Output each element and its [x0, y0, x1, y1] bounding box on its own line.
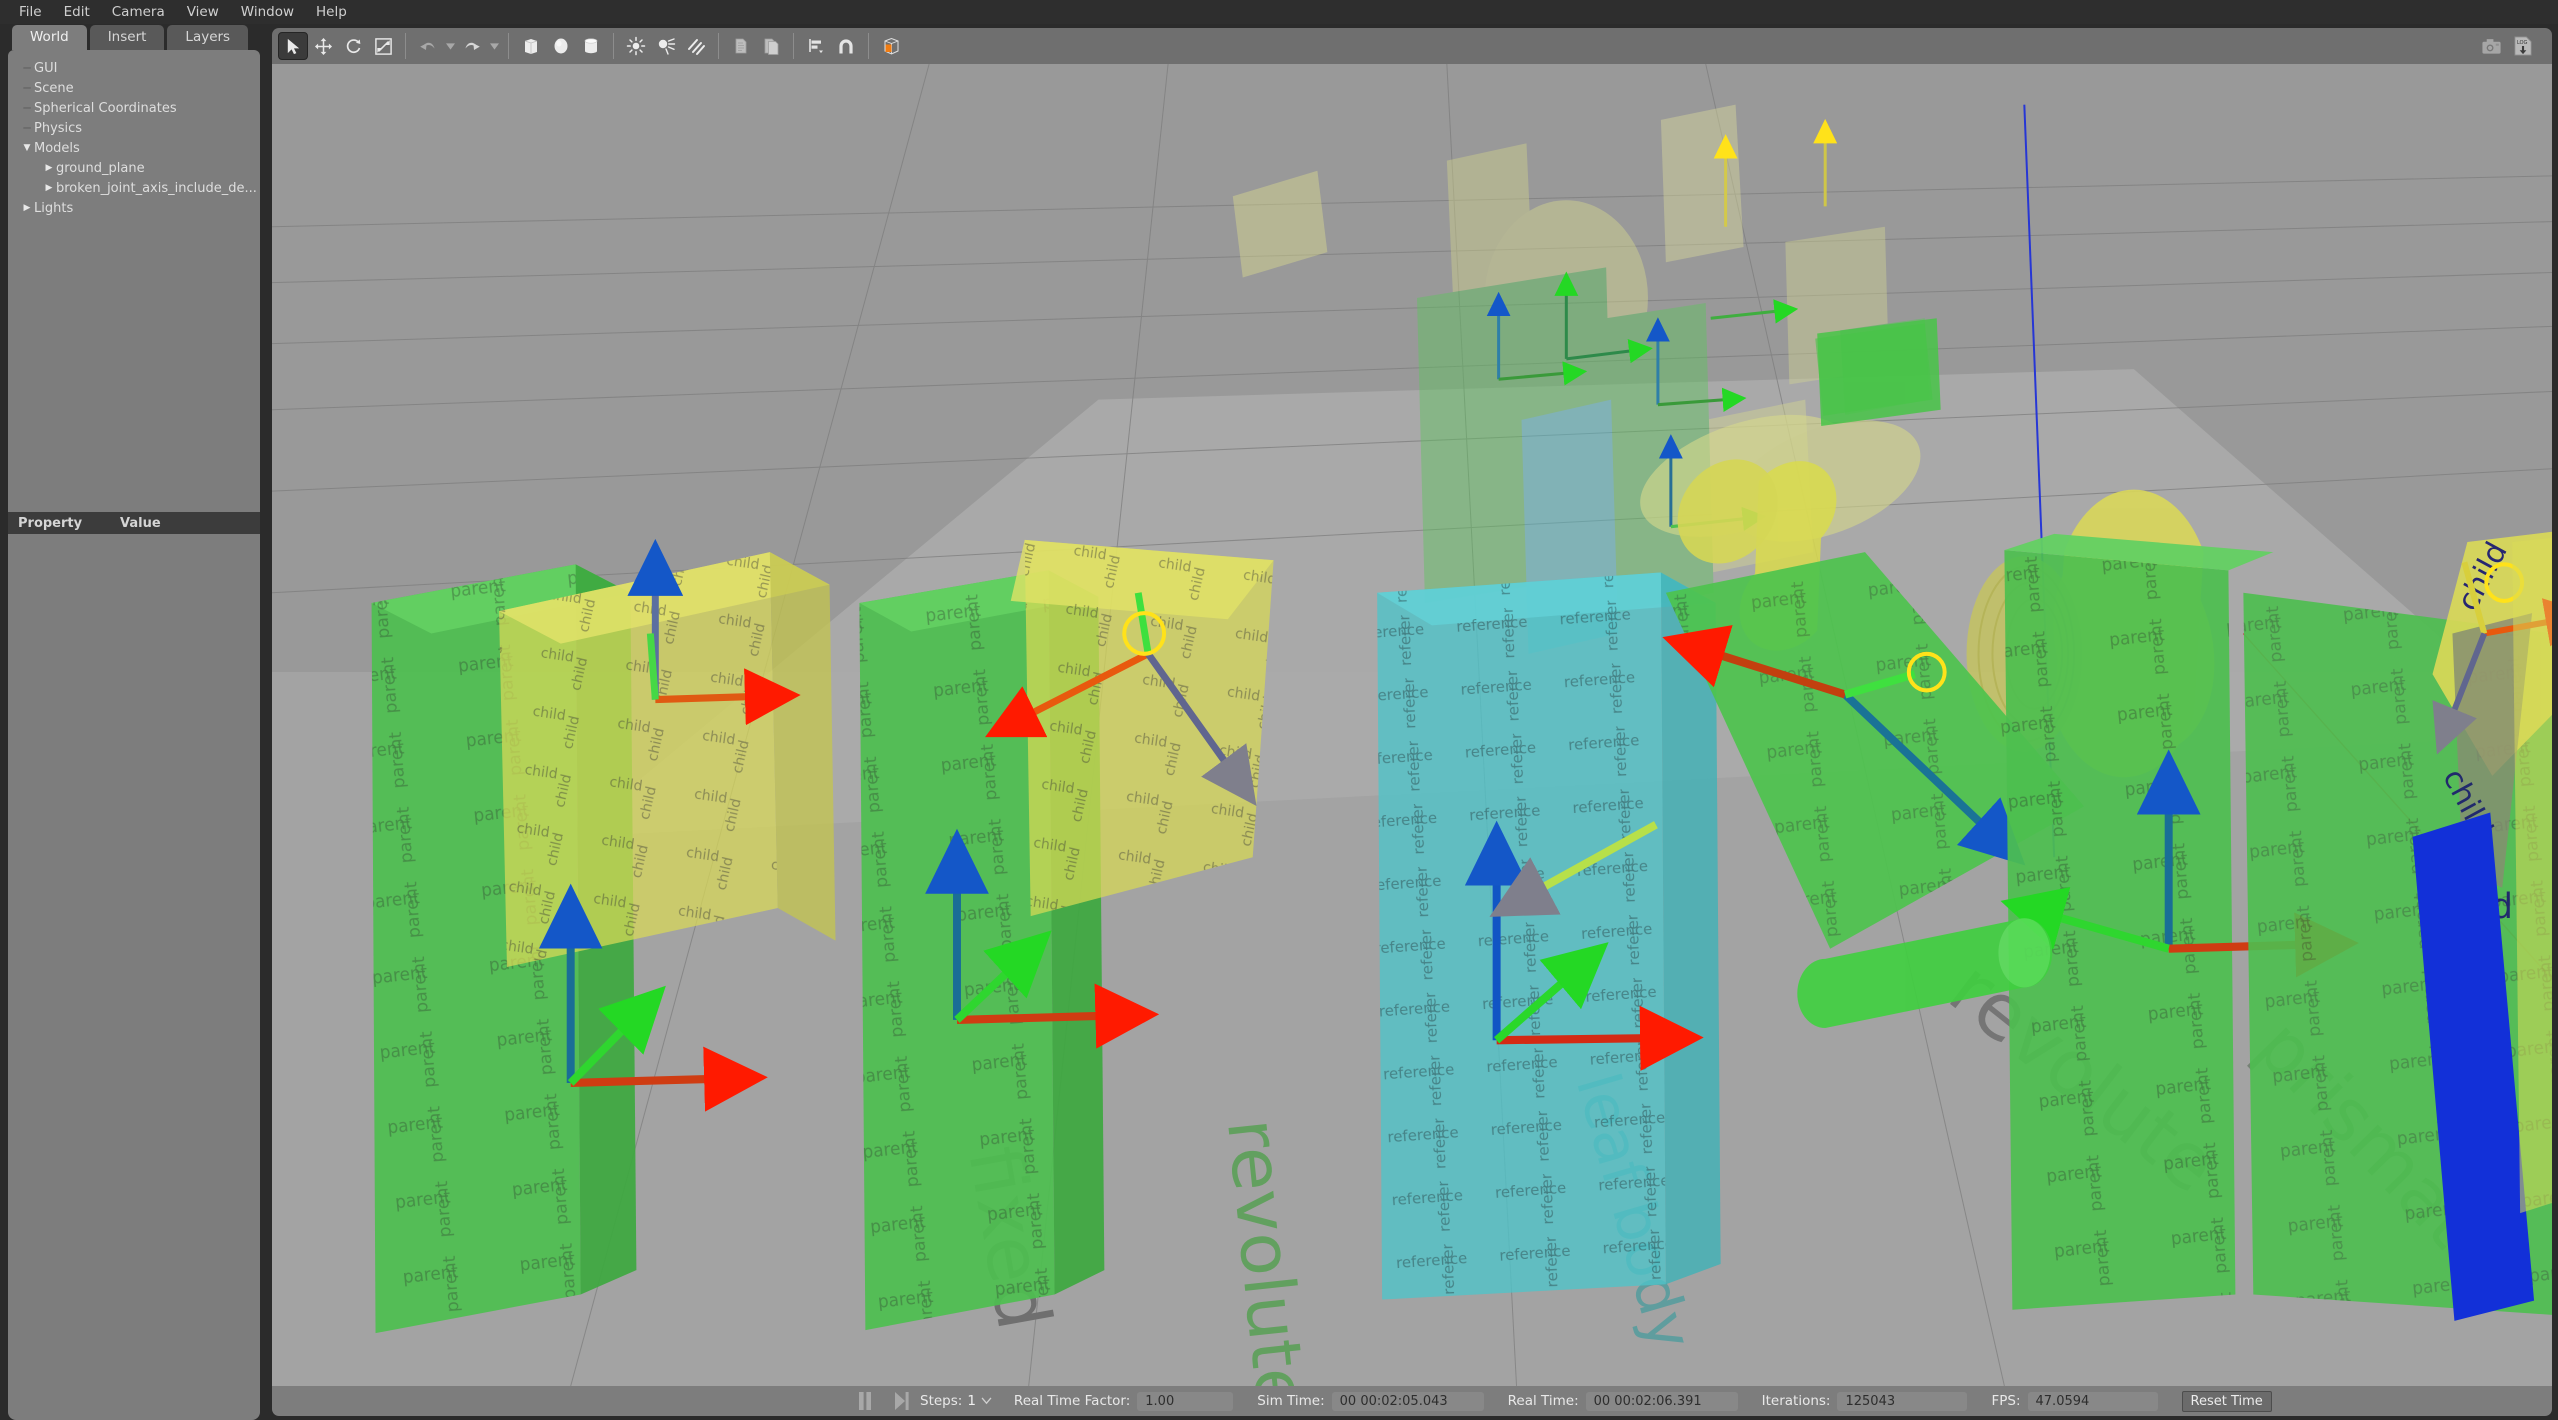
menu-bar: File Edit Camera View Window Help — [0, 0, 2558, 24]
left-dock: World Insert Layers ─ GUI ─ Scene ─ Sphe… — [0, 24, 268, 1420]
svg-text:LOG: LOG — [2516, 40, 2527, 46]
reference-body — [1377, 572, 1721, 1300]
snap-button[interactable] — [831, 32, 861, 60]
tree-item-label: broken_joint_axis_include_de... — [56, 180, 257, 196]
tree-item-scene[interactable]: ─ Scene — [8, 78, 260, 98]
3d-viewport[interactable]: parent parent child child reference refe… — [272, 64, 2552, 1386]
save-log-button[interactable]: LOG — [2508, 32, 2538, 60]
main-toolbar: LOG — [272, 28, 2552, 64]
menu-help[interactable]: Help — [305, 2, 358, 22]
insert-spot-light-button[interactable] — [651, 32, 681, 60]
fps-value: 47.0594 — [2027, 1391, 2158, 1411]
redo-history-button[interactable] — [487, 32, 501, 60]
tree-branch-icon: ─ — [23, 121, 31, 135]
toolbar-separator — [868, 33, 869, 59]
rotate-mode-button[interactable] — [338, 32, 368, 60]
toolbar-separator — [718, 33, 719, 59]
toolbar-separator — [613, 33, 614, 59]
insert-directional-light-button[interactable] — [681, 32, 711, 60]
tree-item-label: ground_plane — [56, 160, 145, 176]
column-header-value: Value — [120, 515, 161, 531]
scene-geometry: parent parent child child reference refe… — [272, 64, 2552, 1386]
paste-button[interactable] — [756, 32, 786, 60]
sim-time-value: 00 00:02:05.043 — [1331, 1391, 1484, 1411]
toolbar-separator — [508, 33, 509, 59]
tree-branch-icon: ─ — [23, 101, 31, 115]
chevron-down-icon[interactable]: ▼ — [20, 143, 34, 153]
property-table-header: Property Value — [8, 512, 260, 534]
tree-item-spherical-coordinates[interactable]: ─ Spherical Coordinates — [8, 98, 260, 118]
tab-insert[interactable]: Insert — [89, 25, 165, 50]
tree-item-gui[interactable]: ─ GUI — [8, 58, 260, 78]
tree-item-ground-plane[interactable]: ▶ ground_plane — [8, 158, 260, 178]
select-mode-button[interactable] — [278, 32, 308, 60]
status-bar: Steps: 1 Real Time Factor: 1.00 Sim Time… — [272, 1386, 2552, 1416]
menu-view[interactable]: View — [176, 2, 230, 22]
tree-item-label: Scene — [34, 80, 74, 96]
world-tree[interactable]: ─ GUI ─ Scene ─ Spherical Coordinates ─ … — [8, 50, 260, 512]
tree-item-physics[interactable]: ─ Physics — [8, 118, 260, 138]
tree-item-label: Physics — [34, 120, 83, 136]
fps-label: FPS: — [1991, 1393, 2021, 1409]
insert-point-light-button[interactable] — [621, 32, 651, 60]
child-body-1 — [499, 552, 836, 968]
chevron-right-icon[interactable]: ▶ — [20, 203, 34, 213]
tree-item-lights[interactable]: ▶ Lights — [8, 198, 260, 218]
property-table-body[interactable] — [8, 534, 260, 1420]
change-view-button[interactable] — [876, 32, 906, 60]
align-button[interactable] — [801, 32, 831, 60]
tree-item-label: Spherical Coordinates — [34, 100, 177, 116]
chevron-right-icon[interactable]: ▶ — [42, 183, 56, 193]
toolbar-separator — [405, 33, 406, 59]
sim-time-label: Sim Time: — [1257, 1393, 1325, 1409]
undo-button[interactable] — [413, 32, 443, 60]
menu-window[interactable]: Window — [230, 2, 305, 22]
tree-item-label: Models — [34, 140, 80, 156]
real-time-factor-label: Real Time Factor: — [1013, 1393, 1131, 1409]
tree-item-label: Lights — [34, 200, 74, 216]
chevron-right-icon[interactable]: ▶ — [42, 163, 56, 173]
undo-history-button[interactable] — [443, 32, 457, 60]
tree-branch-icon: ─ — [23, 61, 31, 75]
menu-edit[interactable]: Edit — [53, 2, 101, 22]
real-time-value: 00 00:02:06.391 — [1585, 1391, 1738, 1411]
menu-file[interactable]: File — [8, 2, 53, 22]
screenshot-button[interactable] — [2476, 32, 2506, 60]
menu-camera[interactable]: Camera — [101, 2, 176, 22]
tree-item-label: GUI — [34, 60, 58, 76]
translate-mode-button[interactable] — [308, 32, 338, 60]
insert-cylinder-button[interactable] — [576, 32, 606, 60]
insert-sphere-button[interactable] — [546, 32, 576, 60]
real-time-factor-value: 1.00 — [1137, 1391, 1234, 1411]
tree-branch-icon: ─ — [23, 81, 31, 95]
scale-mode-button[interactable] — [368, 32, 398, 60]
tree-item-broken-joint-axis-model[interactable]: ▶ broken_joint_axis_include_de... — [8, 178, 260, 198]
render-column: LOG parent parent child child — [268, 24, 2558, 1420]
toolbar-separator — [793, 33, 794, 59]
chevron-down-icon[interactable] — [981, 1394, 992, 1409]
tab-layers[interactable]: Layers — [167, 25, 249, 50]
tree-item-models[interactable]: ▼ Models — [8, 138, 260, 158]
column-header-property: Property — [18, 515, 83, 531]
redo-button[interactable] — [457, 32, 487, 60]
ground-label-revolute: revolute — [1211, 1115, 1322, 1386]
toolbar-right-group: LOG — [2476, 32, 2546, 60]
iterations-value: 125043 — [1837, 1391, 1968, 1411]
tab-world[interactable]: World — [12, 25, 87, 50]
reset-time-button[interactable]: Reset Time — [2181, 1390, 2272, 1412]
iterations-label: Iterations: — [1761, 1393, 1831, 1409]
step-forward-button[interactable] — [888, 1389, 914, 1413]
steps-label: Steps: — [920, 1393, 963, 1409]
real-time-label: Real Time: — [1507, 1393, 1579, 1409]
dock-tab-strip: World Insert Layers — [4, 24, 268, 50]
steps-control[interactable]: Steps: 1 — [920, 1393, 992, 1409]
insert-box-button[interactable] — [516, 32, 546, 60]
pause-button[interactable] — [852, 1389, 878, 1413]
copy-button[interactable] — [726, 32, 756, 60]
steps-value: 1 — [967, 1393, 976, 1409]
